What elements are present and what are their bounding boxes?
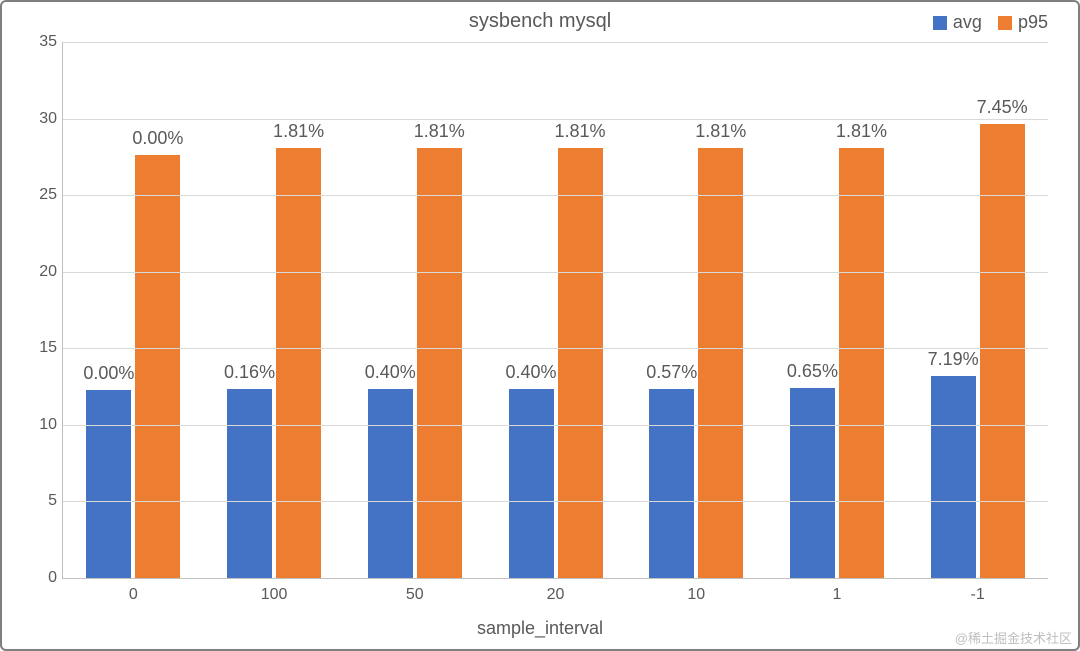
bar-avg: 0.57%	[649, 389, 694, 578]
y-tick-label: 5	[27, 492, 57, 510]
bar-fill	[698, 148, 743, 578]
legend-swatch-p95	[998, 16, 1012, 30]
bar-value-label: 0.00%	[83, 363, 134, 384]
chart-frame: sysbench mysql avg p95 0.00%0.00%00.16%1…	[0, 0, 1080, 651]
legend-label-avg: avg	[953, 12, 982, 33]
gridline	[63, 195, 1048, 196]
bar-value-label: 1.81%	[695, 121, 746, 142]
gridline	[63, 272, 1048, 273]
plot-area: 0.00%0.00%00.16%1.81%1000.40%1.81%500.40…	[62, 42, 1048, 579]
bar-fill	[558, 148, 603, 578]
x-tick-label: 1	[767, 586, 908, 604]
bar-p95: 1.81%	[276, 148, 321, 578]
bar-columns: 0.00%0.00%00.16%1.81%1000.40%1.81%500.40…	[63, 42, 1048, 578]
legend-item-p95: p95	[998, 12, 1048, 33]
bar-fill	[417, 148, 462, 578]
bar-fill	[509, 389, 554, 578]
legend: avg p95	[933, 12, 1048, 33]
x-tick-label: 20	[485, 586, 626, 604]
bar-value-label: 0.40%	[365, 362, 416, 383]
legend-item-avg: avg	[933, 12, 982, 33]
bar-value-label: 0.16%	[224, 362, 275, 383]
bar-p95: 0.00%	[135, 155, 180, 578]
y-tick-label: 0	[27, 569, 57, 587]
bar-fill	[227, 389, 272, 578]
bar-fill	[839, 148, 884, 578]
bar-avg: 0.40%	[509, 389, 554, 578]
bar-value-label: 1.81%	[414, 121, 465, 142]
bar-value-label: 1.81%	[554, 121, 605, 142]
bar-group: 0.57%1.81%10	[626, 42, 767, 578]
x-tick-label: 0	[63, 586, 204, 604]
bar-p95: 1.81%	[558, 148, 603, 578]
bar-avg: 0.16%	[227, 389, 272, 578]
bar-group: 0.16%1.81%100	[204, 42, 345, 578]
watermark-text: @稀土掘金技术社区	[955, 628, 1072, 647]
y-tick-label: 20	[27, 263, 57, 281]
bar-group: 0.40%1.81%20	[485, 42, 626, 578]
bar-group: 0.65%1.81%1	[767, 42, 908, 578]
gridline	[63, 501, 1048, 502]
bar-p95: 7.45%	[980, 124, 1025, 578]
bar-fill	[790, 388, 835, 578]
bar-value-label: 7.19%	[928, 349, 979, 370]
y-tick-label: 25	[27, 186, 57, 204]
bar-p95: 1.81%	[417, 148, 462, 578]
bar-group: 0.40%1.81%50	[344, 42, 485, 578]
bar-fill	[649, 389, 694, 578]
bar-p95: 1.81%	[698, 148, 743, 578]
x-tick-label: 50	[344, 586, 485, 604]
x-tick-label: 100	[204, 586, 345, 604]
bar-avg: 0.00%	[86, 390, 131, 578]
bar-fill	[980, 124, 1025, 578]
bar-group: 0.00%0.00%0	[63, 42, 204, 578]
legend-label-p95: p95	[1018, 12, 1048, 33]
bar-avg: 0.65%	[790, 388, 835, 578]
gridline	[63, 119, 1048, 120]
bar-avg: 0.40%	[368, 389, 413, 578]
bar-avg: 7.19%	[931, 376, 976, 578]
chart-title: sysbench mysql	[2, 10, 1078, 33]
bar-value-label: 1.81%	[836, 121, 887, 142]
bar-fill	[368, 389, 413, 578]
y-tick-label: 15	[27, 339, 57, 357]
x-tick-label: -1	[907, 586, 1048, 604]
bar-fill	[86, 390, 131, 578]
y-tick-label: 35	[27, 33, 57, 51]
bar-value-label: 0.57%	[646, 362, 697, 383]
x-axis-label: sample_interval	[2, 618, 1078, 639]
bar-value-label: 1.81%	[273, 121, 324, 142]
bar-value-label: 7.45%	[977, 97, 1028, 118]
legend-swatch-avg	[933, 16, 947, 30]
gridline	[63, 42, 1048, 43]
bar-value-label: 0.40%	[505, 362, 556, 383]
bar-group: 7.19%7.45%-1	[907, 42, 1048, 578]
gridline	[63, 348, 1048, 349]
gridline	[63, 425, 1048, 426]
y-tick-label: 10	[27, 416, 57, 434]
bar-value-label: 0.00%	[132, 128, 183, 149]
bar-p95: 1.81%	[839, 148, 884, 578]
bar-fill	[931, 376, 976, 578]
bar-value-label: 0.65%	[787, 361, 838, 382]
y-tick-label: 30	[27, 110, 57, 128]
bar-fill	[276, 148, 321, 578]
bar-fill	[135, 155, 180, 578]
x-tick-label: 10	[626, 586, 767, 604]
